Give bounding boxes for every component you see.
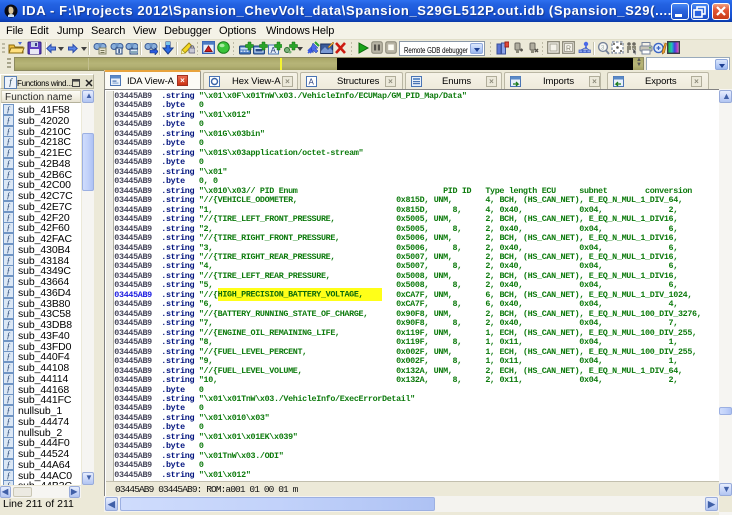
- svg-text:A: A: [309, 78, 315, 87]
- svg-text:R: R: [566, 46, 571, 53]
